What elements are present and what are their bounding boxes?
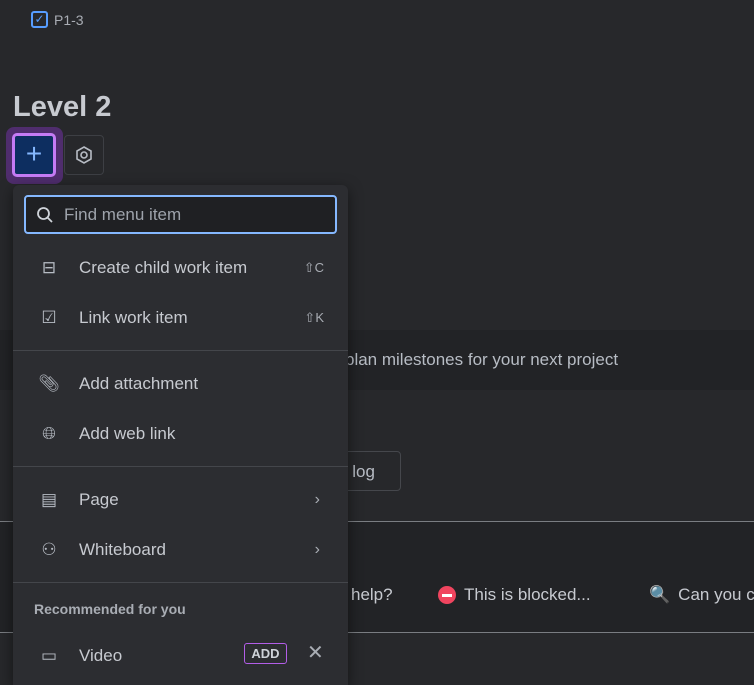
magnifier-icon: 🔍 (649, 585, 671, 604)
chevron-right-icon: › (314, 541, 320, 558)
chip-clarify[interactable]: 🔍 Can you c (649, 585, 754, 605)
divider (13, 582, 348, 583)
shapes-icon: ⚇ (41, 540, 57, 559)
dismiss-icon[interactable]: ✕ (307, 640, 324, 665)
menu-item-add-web-link[interactable]: 🌐︎ Add web link (13, 409, 348, 459)
add-button[interactable]: + (12, 133, 56, 177)
menu-item-link-work-item[interactable]: ☑ Link work item ⇧K (13, 293, 348, 343)
add-video-button[interactable]: ADD (244, 643, 287, 664)
banner-text: plan milestones for your next project (345, 350, 619, 369)
recommended-heading: Recommended for you (34, 601, 186, 617)
paperclip-icon: 📎︎ (38, 374, 60, 393)
checkbox-icon: ☑ (41, 308, 57, 327)
hierarchy-icon: ⊟ (41, 258, 57, 277)
no-entry-icon (438, 586, 456, 604)
menu-search[interactable] (24, 195, 337, 234)
menu-item-create-child[interactable]: ⊟ Create child work item ⇧C (13, 243, 348, 293)
chevron-right-icon: › (314, 491, 320, 508)
add-menu: ⊟Create child work item⇧C ☑Link work ite… (13, 185, 348, 685)
menu-item-add-attachment[interactable]: 📎︎ Add attachment (13, 359, 348, 409)
menu-item-whiteboard[interactable]: ⚇ Whiteboard › (13, 525, 348, 575)
page-icon: ▤ (40, 490, 58, 509)
checkbox-icon: ✓ (31, 11, 48, 28)
parent-issue-link[interactable]: ✓ P1-3 (31, 11, 84, 28)
apps-button[interactable] (64, 135, 104, 175)
plus-icon: + (25, 138, 43, 169)
divider (13, 466, 348, 467)
globe-icon: 🌐︎ (42, 424, 56, 443)
hexagon-gear-icon (76, 146, 92, 164)
chip-help[interactable]: help? (351, 585, 393, 605)
menu-item-page[interactable]: ▤ Page › (13, 475, 348, 525)
page-title: Level 2 (13, 91, 112, 123)
divider (13, 350, 348, 351)
video-camera-icon: ▭ (40, 646, 58, 665)
search-icon (37, 206, 53, 223)
chip-blocked[interactable]: This is blocked... (438, 585, 591, 605)
menu-search-input[interactable] (64, 204, 314, 225)
issue-key: P1-3 (54, 11, 84, 28)
menu-item-video[interactable]: ▭ Video ADD ✕ (13, 631, 348, 681)
